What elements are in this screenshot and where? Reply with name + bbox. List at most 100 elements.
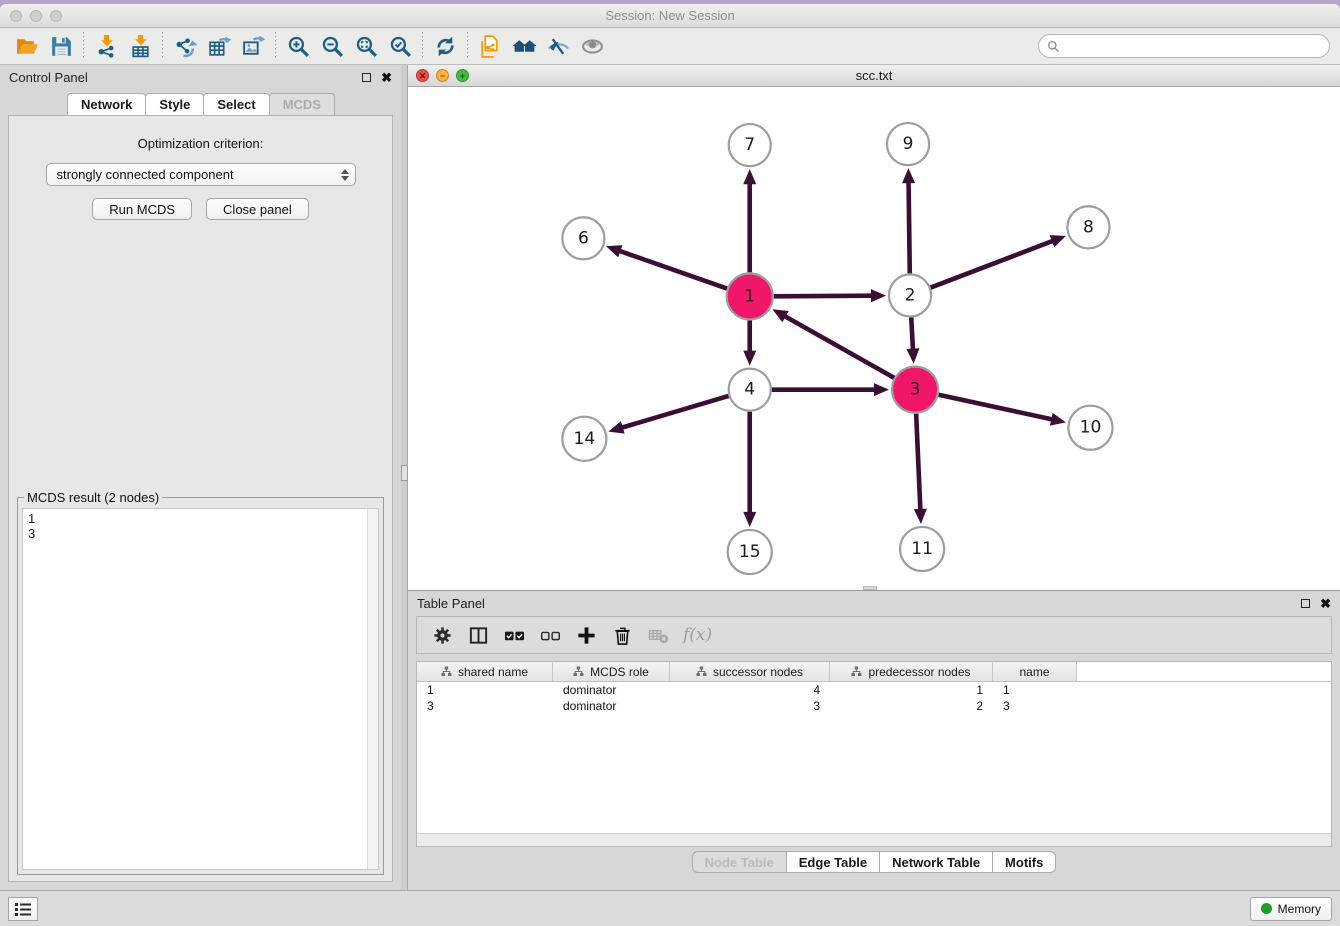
search-input[interactable] xyxy=(1065,39,1321,53)
delete-column-icon[interactable] xyxy=(607,620,637,650)
graph-node-14[interactable]: 14 xyxy=(562,417,606,461)
function-builder-icon[interactable]: f(x) xyxy=(679,625,712,645)
network-minimize-button[interactable]: − xyxy=(436,69,449,82)
network-close-button[interactable]: ✕ xyxy=(416,69,429,82)
table-cell[interactable]: 2 xyxy=(830,699,993,713)
graph-node-7[interactable]: 7 xyxy=(729,124,771,166)
table-cell[interactable]: 3 xyxy=(993,699,1077,713)
import-network-icon[interactable] xyxy=(89,31,123,61)
table-cell[interactable]: 3 xyxy=(417,699,553,713)
show-panel-eye-icon[interactable] xyxy=(575,31,609,61)
zoom-selected-icon[interactable] xyxy=(383,31,417,61)
edge-3-11[interactable] xyxy=(914,414,927,524)
run-mcds-button[interactable]: Run MCDS xyxy=(92,198,192,220)
refresh-layout-icon[interactable] xyxy=(428,31,462,61)
search-field[interactable] xyxy=(1038,34,1330,58)
network-maximize-button[interactable]: + xyxy=(456,69,469,82)
edge-1-2[interactable] xyxy=(774,289,886,302)
export-image-icon[interactable] xyxy=(236,31,270,61)
graph-node-10[interactable]: 10 xyxy=(1068,406,1112,450)
zoom-fit-icon[interactable] xyxy=(349,31,383,61)
column-header-shared-name[interactable]: shared name xyxy=(417,662,553,681)
table-cell[interactable]: 1 xyxy=(830,683,993,697)
table-cell[interactable]: 1 xyxy=(417,683,553,697)
edge-4-3[interactable] xyxy=(772,383,889,396)
graph-node-15[interactable]: 15 xyxy=(728,530,772,574)
graph-node-8[interactable]: 8 xyxy=(1067,206,1109,248)
export-table-icon[interactable] xyxy=(202,31,236,61)
add-column-icon[interactable] xyxy=(571,620,601,650)
edge-1-6[interactable] xyxy=(606,245,727,288)
table-horizontal-scrollbar[interactable] xyxy=(417,833,1331,846)
control-panel: Control Panel ✖ Network Style Select MCD… xyxy=(0,65,401,890)
graph-node-11[interactable]: 11 xyxy=(900,527,944,571)
float-panel-icon[interactable] xyxy=(362,73,371,82)
edge-3-10[interactable] xyxy=(939,395,1066,426)
zoom-out-icon[interactable] xyxy=(315,31,349,61)
hide-panel-eye-icon[interactable] xyxy=(541,31,575,61)
edge-4-15[interactable] xyxy=(743,412,756,527)
table-cell[interactable]: 4 xyxy=(670,683,830,697)
tab-mcds[interactable]: MCDS xyxy=(269,93,335,115)
close-panel-icon[interactable]: ✖ xyxy=(381,71,392,84)
control-panel-tabs: Network Style Select MCDS xyxy=(0,93,401,115)
panel-divider[interactable] xyxy=(401,65,408,890)
open-folder-icon[interactable] xyxy=(10,31,44,61)
table-cell[interactable]: dominator xyxy=(553,699,670,713)
task-history-button[interactable] xyxy=(8,897,38,921)
tab-network[interactable]: Network xyxy=(67,93,146,115)
edge-2-8[interactable] xyxy=(931,235,1066,287)
save-session-icon[interactable] xyxy=(44,31,78,61)
graph-node-1[interactable]: 1 xyxy=(727,273,773,319)
export-network-icon[interactable] xyxy=(168,31,202,61)
svg-text:8: 8 xyxy=(1083,217,1094,237)
table-row[interactable]: 1dominator411 xyxy=(417,682,1331,698)
column-header-name[interactable]: name xyxy=(993,662,1077,681)
mcds-result-text[interactable]: 1 3 xyxy=(22,508,379,870)
graph-node-2[interactable]: 2 xyxy=(889,274,931,316)
edge-2-3[interactable] xyxy=(906,317,919,363)
edge-2-9[interactable] xyxy=(902,168,915,273)
delete-table-icon[interactable] xyxy=(643,620,673,650)
network-canvas[interactable]: 1 2 3 4 6 7 8 9 10 11 14 15 xyxy=(408,87,1340,590)
split-panel-icon[interactable] xyxy=(463,620,493,650)
tab-select[interactable]: Select xyxy=(203,93,269,115)
zoom-in-icon[interactable] xyxy=(281,31,315,61)
graph-node-6[interactable]: 6 xyxy=(562,217,604,259)
graph-node-4[interactable]: 4 xyxy=(729,369,771,411)
tab-network-table[interactable]: Network Table xyxy=(879,851,992,873)
edge-3-1[interactable] xyxy=(772,309,894,378)
column-header-predecessor-nodes[interactable]: predecessor nodes xyxy=(830,662,993,681)
tab-node-table[interactable]: Node Table xyxy=(692,851,786,873)
optimization-criterion-select[interactable]: strongly connected component xyxy=(46,163,356,186)
table-cell[interactable]: dominator xyxy=(553,683,670,697)
tab-motifs[interactable]: Motifs xyxy=(992,851,1056,873)
column-header-mcds-role[interactable]: MCDS role xyxy=(553,662,670,681)
home-networks-icon[interactable] xyxy=(507,31,541,61)
edge-1-4[interactable] xyxy=(743,320,756,365)
column-header-successor-nodes[interactable]: successor nodes xyxy=(670,662,830,681)
table-cell[interactable]: 3 xyxy=(670,699,830,713)
tab-style[interactable]: Style xyxy=(145,93,204,115)
main-toolbar xyxy=(0,28,1340,65)
tab-edge-table[interactable]: Edge Table xyxy=(786,851,879,873)
select-all-icon[interactable] xyxy=(499,620,529,650)
table-settings-gear-icon[interactable] xyxy=(427,620,457,650)
graph-node-9[interactable]: 9 xyxy=(887,123,929,165)
duplicate-network-icon[interactable] xyxy=(473,31,507,61)
deselect-all-icon[interactable] xyxy=(535,620,565,650)
divider-grip[interactable] xyxy=(401,465,408,481)
graph-node-3[interactable]: 3 xyxy=(892,367,938,413)
canvas-resize-grip[interactable] xyxy=(863,586,877,590)
close-table-panel-icon[interactable]: ✖ xyxy=(1320,597,1331,610)
memory-button[interactable]: Memory xyxy=(1250,897,1332,921)
import-table-icon[interactable] xyxy=(123,31,157,61)
float-table-panel-icon[interactable] xyxy=(1301,599,1310,608)
table-row[interactable]: 3dominator323 xyxy=(417,698,1331,714)
table-cell[interactable]: 1 xyxy=(993,683,1077,697)
close-panel-button[interactable]: Close panel xyxy=(206,198,309,220)
result-scrollbar[interactable] xyxy=(367,509,378,869)
edge-4-14[interactable] xyxy=(608,396,728,434)
edge-1-7[interactable] xyxy=(743,169,756,272)
select-stepper-icon xyxy=(341,169,349,181)
